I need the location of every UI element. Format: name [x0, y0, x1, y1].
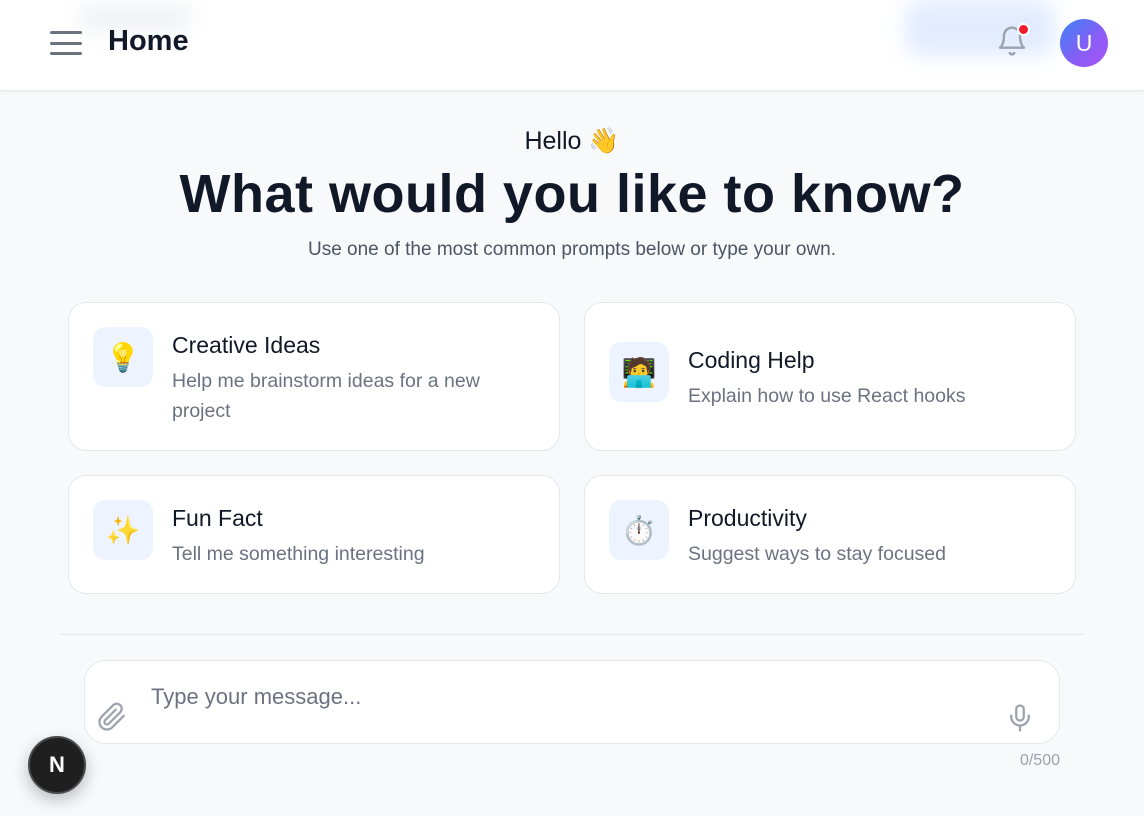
greeting-text: Hello [524, 127, 582, 155]
stopwatch-icon: ⏱️ [609, 500, 669, 560]
prompt-card-creative-ideas[interactable]: 💡 Creative Ideas Help me brainstorm idea… [68, 302, 560, 451]
n-badge-button[interactable]: N [28, 736, 86, 794]
prompt-card-coding-help[interactable]: 🧑‍💻 Coding Help Explain how to use React… [584, 302, 1076, 451]
page-title: Home [108, 25, 189, 57]
decorative-blur [905, 0, 1055, 56]
top-bar: Home U [0, 0, 1144, 91]
notification-dot [1017, 23, 1030, 36]
technologist-icon: 🧑‍💻 [609, 342, 669, 402]
avatar[interactable]: U [1060, 19, 1108, 67]
prompt-card-fun-fact[interactable]: ✨ Fun Fact Tell me something interesting [68, 475, 560, 594]
prompt-card-description: Tell me something interesting [172, 543, 425, 565]
lightbulb-icon: 💡 [93, 327, 153, 387]
prompt-card-title: Fun Fact [172, 505, 263, 531]
prompt-card-description: Suggest ways to stay focused [688, 543, 946, 565]
character-counter: 0/500 [1019, 752, 1060, 769]
hamburger-menu-icon[interactable] [48, 28, 84, 58]
prompt-card-title: Productivity [688, 505, 807, 531]
microphone-icon[interactable] [1005, 701, 1035, 735]
greeting: Hello 👋 [0, 127, 1144, 156]
message-composer [84, 660, 1060, 744]
main-headline: What would you like to know? [179, 164, 965, 224]
prompt-card-title: Coding Help [688, 347, 815, 373]
sparkles-icon: ✨ [93, 500, 153, 560]
prompt-card-title: Creative Ideas [172, 332, 321, 358]
prompt-card-productivity[interactable]: ⏱️ Productivity Suggest ways to stay foc… [584, 475, 1076, 594]
paperclip-icon[interactable] [97, 701, 127, 733]
divider [60, 634, 1084, 635]
waving-hand-icon: 👋 [588, 127, 620, 155]
message-input[interactable] [151, 681, 971, 713]
prompt-card-description: Explain how to use React hooks [688, 385, 966, 407]
subtitle: Use one of the most common prompts below… [307, 239, 837, 260]
prompt-card-description: Help me brainstorm ideas for a new proje… [172, 370, 480, 422]
